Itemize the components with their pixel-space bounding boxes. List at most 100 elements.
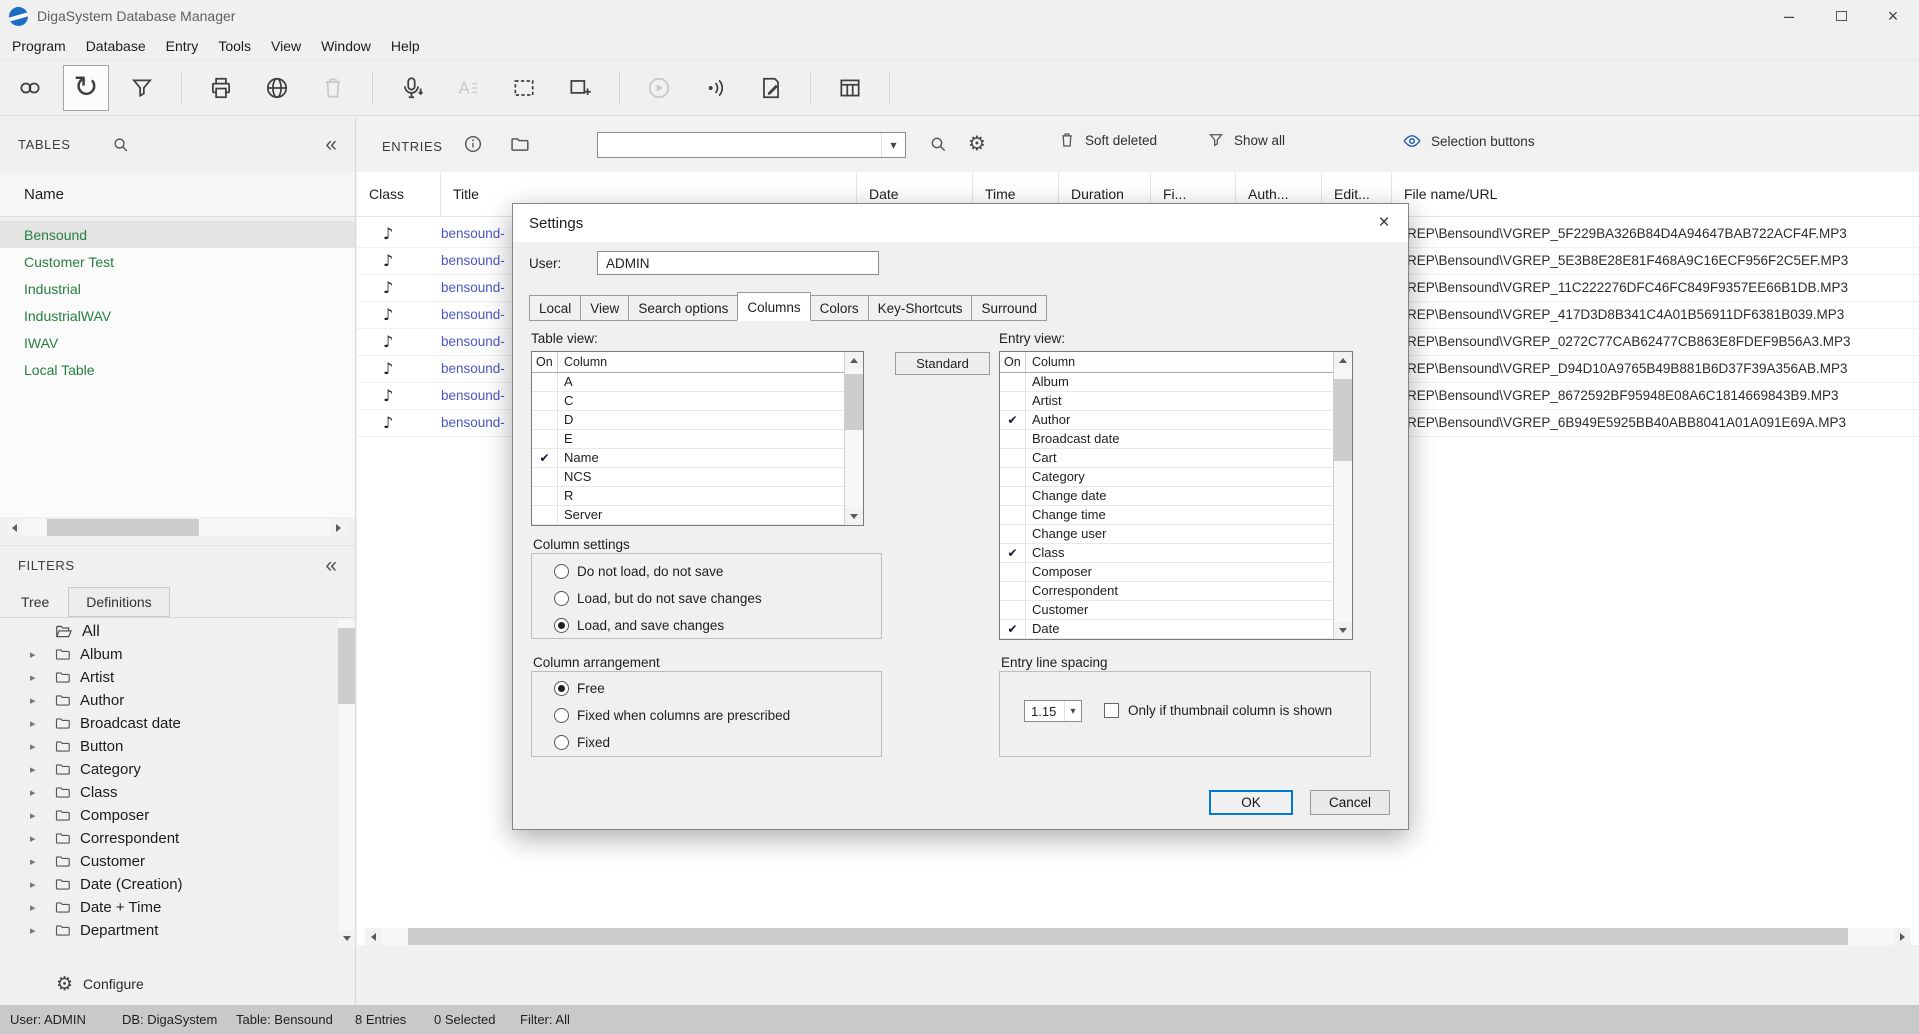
table-list-item[interactable]: Bensound (0, 221, 355, 248)
tree-item[interactable]: ▸ Department (0, 919, 355, 942)
radio-option[interactable]: Load, but do not save changes (532, 585, 881, 612)
column-option-row[interactable]: ✔ Name (532, 449, 844, 468)
expand-arrow-icon[interactable]: ▸ (30, 901, 46, 914)
filters-vertical-scrollbar[interactable] (338, 620, 355, 947)
check-icon[interactable] (1000, 506, 1026, 524)
menu-item[interactable]: Program (2, 34, 76, 58)
check-icon[interactable]: ✔ (1000, 620, 1026, 638)
column-option-row[interactable]: Artist (1000, 392, 1333, 411)
scrollbar-track[interactable] (23, 519, 330, 536)
scroll-down-button[interactable] (1334, 622, 1351, 639)
column-option-row[interactable]: Server (532, 506, 844, 525)
collapse-filters-panel-icon[interactable]: « (325, 556, 337, 576)
expand-arrow-icon[interactable]: ▸ (30, 786, 46, 799)
tree-item-all[interactable]: All (0, 620, 355, 643)
radio-option[interactable]: Load, and save changes (532, 612, 881, 639)
radio-icon[interactable] (554, 735, 569, 750)
scroll-down-button[interactable] (845, 508, 862, 525)
tree-item[interactable]: ▸ Composer (0, 804, 355, 827)
menu-item[interactable]: Window (311, 34, 381, 58)
expand-arrow-icon[interactable]: ▸ (30, 878, 46, 891)
column-column-header[interactable]: Column (558, 352, 844, 372)
settings-tab[interactable]: Key-Shortcuts (868, 295, 973, 321)
expand-arrow-icon[interactable]: ▸ (30, 832, 46, 845)
ok-button[interactable]: OK (1209, 790, 1293, 815)
radio-option[interactable]: Fixed when columns are prescribed (532, 702, 881, 729)
scrollbar-thumb[interactable] (845, 374, 863, 430)
maximize-button[interactable] (1815, 0, 1867, 32)
expand-arrow-icon[interactable]: ▸ (30, 763, 46, 776)
on-column-header[interactable]: On (1000, 352, 1026, 372)
check-icon[interactable]: ✔ (1000, 544, 1026, 562)
check-icon[interactable] (1000, 525, 1026, 543)
table-layout-tool-button[interactable] (827, 65, 873, 111)
column-option-row[interactable]: Broadcast date (1000, 430, 1333, 449)
menu-item[interactable]: Database (76, 34, 156, 58)
column-option-row[interactable]: ✔ Author (1000, 411, 1333, 430)
scrollbar-thumb[interactable] (1334, 379, 1352, 461)
show-all-toggle[interactable]: Show all (1207, 131, 1285, 149)
web-tool-button[interactable] (254, 65, 300, 111)
radio-option[interactable]: Fixed (532, 729, 881, 756)
column-option-row[interactable]: Composer (1000, 563, 1333, 582)
entries-horizontal-scrollbar[interactable] (365, 928, 1911, 945)
scrollbar-thumb[interactable] (338, 628, 355, 704)
filters-tab[interactable]: Definitions (68, 587, 169, 617)
scrollbar-track[interactable] (382, 928, 1894, 945)
table-list-item[interactable]: Industrial (0, 275, 355, 302)
collapse-tables-panel-icon[interactable]: « (325, 135, 337, 155)
tree-item[interactable]: ▸ Class (0, 781, 355, 804)
menu-item[interactable]: Help (381, 34, 430, 58)
radio-option[interactable]: Free (532, 675, 881, 702)
check-icon[interactable] (1000, 449, 1026, 467)
scroll-right-button[interactable] (330, 519, 347, 536)
tree-item[interactable]: ▸ Customer (0, 850, 355, 873)
user-input[interactable] (597, 251, 879, 275)
selection-buttons-toggle[interactable]: Selection buttons (1402, 131, 1535, 151)
entries-settings-button[interactable]: ⚙ (968, 131, 986, 155)
expand-arrow-icon[interactable]: ▸ (30, 717, 46, 730)
check-icon[interactable] (1000, 468, 1026, 486)
scroll-right-button[interactable] (1894, 928, 1911, 945)
column-option-row[interactable]: ✔ Class (1000, 544, 1333, 563)
tree-item[interactable]: ▸ Author (0, 689, 355, 712)
settings-tab[interactable]: View (580, 295, 629, 321)
expand-arrow-icon[interactable]: ▸ (30, 855, 46, 868)
entries-search-button[interactable] (928, 134, 948, 154)
scroll-up-button[interactable] (845, 352, 862, 369)
tree-item[interactable]: ▸ Date + Time (0, 896, 355, 919)
column-option-row[interactable]: ✔ Date (1000, 620, 1333, 639)
settings-tab[interactable]: Columns (737, 292, 810, 321)
column-option-row[interactable]: D (532, 411, 844, 430)
settings-tab[interactable]: Surround (971, 295, 1047, 321)
radio-icon[interactable] (554, 564, 569, 579)
soft-deleted-toggle[interactable]: Soft deleted (1058, 131, 1157, 149)
check-icon[interactable] (1000, 563, 1026, 581)
radio-icon[interactable] (554, 591, 569, 606)
standard-button[interactable]: Standard (895, 352, 990, 375)
thumbnail-checkbox[interactable] (1104, 703, 1119, 718)
expand-arrow-icon[interactable]: ▸ (30, 740, 46, 753)
expand-arrow-icon[interactable]: ▸ (30, 648, 46, 661)
expand-arrow-icon[interactable]: ▸ (30, 924, 46, 937)
column-option-row[interactable]: Change time (1000, 506, 1333, 525)
text-tool-button[interactable]: A (445, 65, 491, 111)
check-icon[interactable] (532, 487, 558, 505)
broadcast-tool-button[interactable] (692, 65, 738, 111)
check-icon[interactable] (1000, 582, 1026, 600)
tables-name-column-header[interactable]: Name (0, 172, 355, 217)
chevron-down-icon[interactable]: ▾ (881, 133, 905, 157)
check-icon[interactable] (1000, 392, 1026, 410)
entries-filter-combobox[interactable]: ▾ (597, 132, 906, 158)
table-view-scrollbar[interactable] (844, 352, 863, 525)
configure-button[interactable]: ⚙ Configure (56, 969, 144, 999)
check-icon[interactable] (1000, 373, 1026, 391)
check-icon[interactable] (532, 411, 558, 429)
dialog-close-button[interactable]: × (1360, 204, 1408, 242)
tree-item[interactable]: ▸ Category (0, 758, 355, 781)
cancel-button[interactable]: Cancel (1310, 790, 1390, 815)
column-option-row[interactable]: C (532, 392, 844, 411)
edit-tool-button[interactable] (748, 65, 794, 111)
expand-arrow-icon[interactable]: ▸ (30, 694, 46, 707)
column-option-row[interactable]: Album (1000, 373, 1333, 392)
